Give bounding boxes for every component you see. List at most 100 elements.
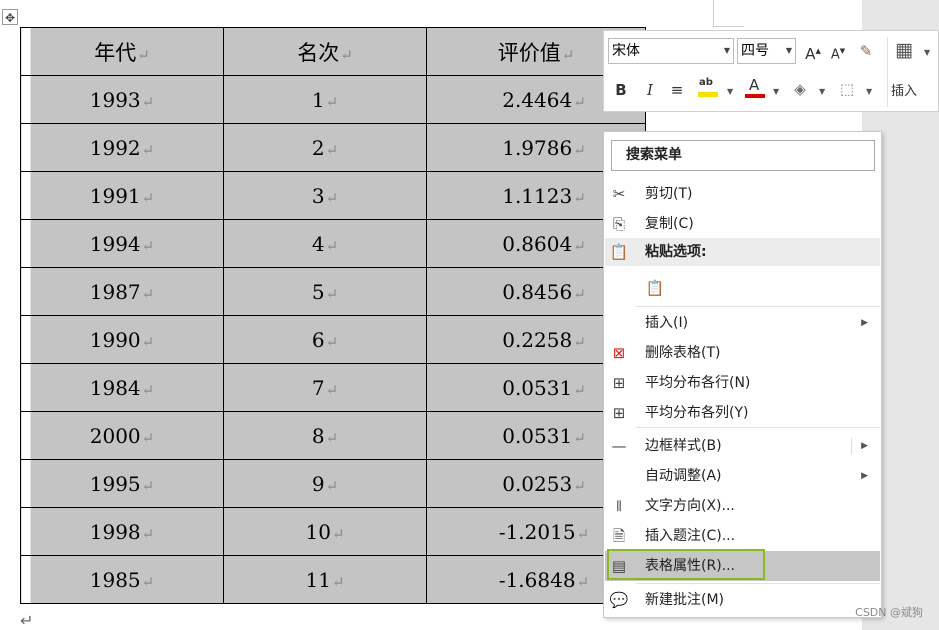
end-of-cell-mark: ↵ xyxy=(141,188,155,207)
chevron-down-icon[interactable]: ▼ xyxy=(819,87,825,96)
table-header-cell[interactable]: 名次↵ xyxy=(223,27,427,76)
cell-text: 0.8604 xyxy=(502,231,573,256)
cell-text: 0.2258 xyxy=(502,327,573,352)
data-table[interactable]: 年代↵ 名次↵ 评价值↵ 1993↵ 1↵ 2.4464↵ 1992↵ 2↵ 1.9786↵ 19… xyxy=(20,27,646,604)
menu-item-autofit[interactable]: 自动调整(A) ▶ xyxy=(605,462,880,490)
menu-item-cut[interactable]: ✂ 剪切(T) xyxy=(605,180,880,208)
menu-item-text-direction[interactable]: ⫼ 文字方向(X)... xyxy=(605,492,880,520)
border-line-icon: — xyxy=(611,437,627,455)
end-of-cell-mark: ↵ xyxy=(141,524,155,543)
table-cell[interactable]: 11↵ xyxy=(223,555,427,604)
cell-text: 1.9786 xyxy=(502,135,573,160)
table-cell[interactable]: 1998↵ xyxy=(20,507,224,556)
table-cell[interactable]: 3↵ xyxy=(223,171,427,220)
table-row: 1990↵ 6↵ 0.2258 ↵ xyxy=(20,315,646,364)
table-cell[interactable]: 1992↵ xyxy=(20,123,224,172)
table-row: 1985↵ 11↵ -1.6848↵ xyxy=(20,555,646,604)
insert-table-icon[interactable]: ▦ xyxy=(894,39,914,61)
table-cell[interactable]: 2000↵ xyxy=(20,411,224,460)
end-of-cell-mark: ↵ xyxy=(331,524,345,543)
menu-item-table-properties[interactable]: ▤ 表格属性(R)... xyxy=(605,549,880,581)
table-cell[interactable]: 8↵ xyxy=(223,411,427,460)
borders-icon[interactable]: ⬚ xyxy=(837,78,857,100)
center-align-icon[interactable]: ≡ xyxy=(667,79,687,101)
table-cell[interactable]: 1987↵ xyxy=(20,267,224,316)
grow-font-button[interactable]: A▲ xyxy=(803,40,823,63)
cell-text: 11 xyxy=(305,567,331,592)
menu-item-insert-caption[interactable]: 🗎 插入题注(C)... xyxy=(605,522,880,550)
table-row: 1995↵ 9↵ 0.0253↵ xyxy=(20,459,646,508)
cell-text: 2.4464 xyxy=(502,87,573,112)
menu-item-insert[interactable]: 插入(I) ▶ xyxy=(605,309,880,337)
end-of-cell-mark: ↵ xyxy=(325,380,339,399)
table-cell[interactable]: 1993↵ xyxy=(20,75,224,124)
cell-text: 5 xyxy=(311,279,325,304)
menu-item-label: 插入(I) xyxy=(645,315,689,331)
menu-item-delete-table[interactable]: ⊠ 删除表格(T) xyxy=(605,339,880,367)
cell-text: 1993 xyxy=(89,87,141,112)
menu-item-label: 删除表格(T) xyxy=(645,345,721,361)
distribute-columns-icon: ⊞ xyxy=(612,404,626,422)
italic-button[interactable]: I xyxy=(640,79,660,101)
menu-item-distribute-rows[interactable]: ⊞ 平均分布各行(N) xyxy=(605,369,880,397)
chevron-down-icon[interactable]: ▼ xyxy=(773,87,779,96)
table-cell[interactable]: 4↵ xyxy=(223,219,427,268)
paste-keep-source-button[interactable]: 📋 xyxy=(605,272,880,304)
table-cell[interactable]: 1990↵ xyxy=(20,315,224,364)
end-of-cell-mark: ↵ xyxy=(141,140,155,159)
end-of-cell-mark: ↵ xyxy=(325,188,339,207)
table-cell[interactable]: 1994↵ xyxy=(20,219,224,268)
scissors-icon: ✂ xyxy=(612,185,626,203)
table-cell[interactable]: 1985↵ xyxy=(20,555,224,604)
font-name-select[interactable]: 宋体 ▼ xyxy=(608,38,734,64)
cell-text: 1984 xyxy=(89,375,141,400)
table-move-handle-icon[interactable]: ✥ xyxy=(2,9,18,25)
format-painter-icon[interactable]: ✎ xyxy=(856,40,876,62)
cell-text: 3 xyxy=(311,183,325,208)
search-menu-input[interactable]: 搜索菜单 xyxy=(611,140,875,171)
table-cell[interactable]: 9↵ xyxy=(223,459,427,508)
menu-item-new-comment[interactable]: 💬 新建批注(M) xyxy=(605,586,880,614)
cell-text: 0.0531 xyxy=(502,423,573,448)
end-of-cell-mark: ↵ xyxy=(141,428,155,447)
cell-text: 8 xyxy=(311,423,325,448)
end-of-cell-mark: ↵ xyxy=(325,284,339,303)
cell-text: 1998 xyxy=(89,519,141,544)
shrink-font-button[interactable]: A▼ xyxy=(828,40,848,62)
menu-item-label: 平均分布各列(Y) xyxy=(645,405,749,421)
toolbar-divider xyxy=(887,37,888,107)
table-cell[interactable]: 1995↵ xyxy=(20,459,224,508)
table-row: 1998↵ 10↵ -1.2015↵ xyxy=(20,507,646,556)
table-cell[interactable]: 6↵ xyxy=(223,315,427,364)
font-size-select[interactable]: 四号 ▼ xyxy=(737,38,796,64)
table-cell[interactable]: 1984↵ xyxy=(20,363,224,412)
menu-item-distribute-cols[interactable]: ⊞ 平均分布各列(Y) xyxy=(605,399,880,427)
end-of-cell-mark: ↵ xyxy=(573,380,586,399)
chevron-down-icon[interactable]: ▼ xyxy=(727,87,733,96)
end-of-cell-mark: ↵ xyxy=(325,332,339,351)
table-cell[interactable]: 1991↵ xyxy=(20,171,224,220)
menu-item-label: 复制(C) xyxy=(645,216,694,232)
caption-icon: 🗎 xyxy=(612,527,626,545)
table-cell[interactable]: 2↵ xyxy=(223,123,427,172)
chevron-down-icon[interactable]: ▼ xyxy=(866,87,872,96)
menu-item-border-styles[interactable]: — 边框样式(B) ▶ xyxy=(605,432,880,460)
insert-label[interactable]: 插入 xyxy=(891,80,917,99)
shrink-font-icon: A xyxy=(830,47,840,63)
table-cell[interactable]: 7↵ xyxy=(223,363,427,412)
table-header-cell[interactable]: 年代↵ xyxy=(20,27,224,76)
delete-table-icon: ⊠ xyxy=(612,344,626,362)
font-color-button[interactable]: A xyxy=(744,76,766,98)
table-cell[interactable]: 1↵ xyxy=(223,75,427,124)
menu-item-copy[interactable]: ⎘ 复制(C) xyxy=(605,210,880,238)
chevron-down-icon[interactable]: ▼ xyxy=(924,48,930,57)
table-cell[interactable]: 10↵ xyxy=(223,507,427,556)
shading-fill-icon[interactable]: ◈ xyxy=(790,78,810,100)
end-of-cell-mark: ↵ xyxy=(331,572,345,591)
end-of-cell-mark: ↵ xyxy=(573,92,586,111)
bold-button[interactable]: B xyxy=(611,79,631,101)
chevron-right-icon: ▶ xyxy=(861,441,868,451)
table-cell[interactable]: 5↵ xyxy=(223,267,427,316)
table-row: 1992↵ 2↵ 1.9786 ↵ xyxy=(20,123,646,172)
highlight-color-button[interactable]: ab xyxy=(696,76,722,98)
